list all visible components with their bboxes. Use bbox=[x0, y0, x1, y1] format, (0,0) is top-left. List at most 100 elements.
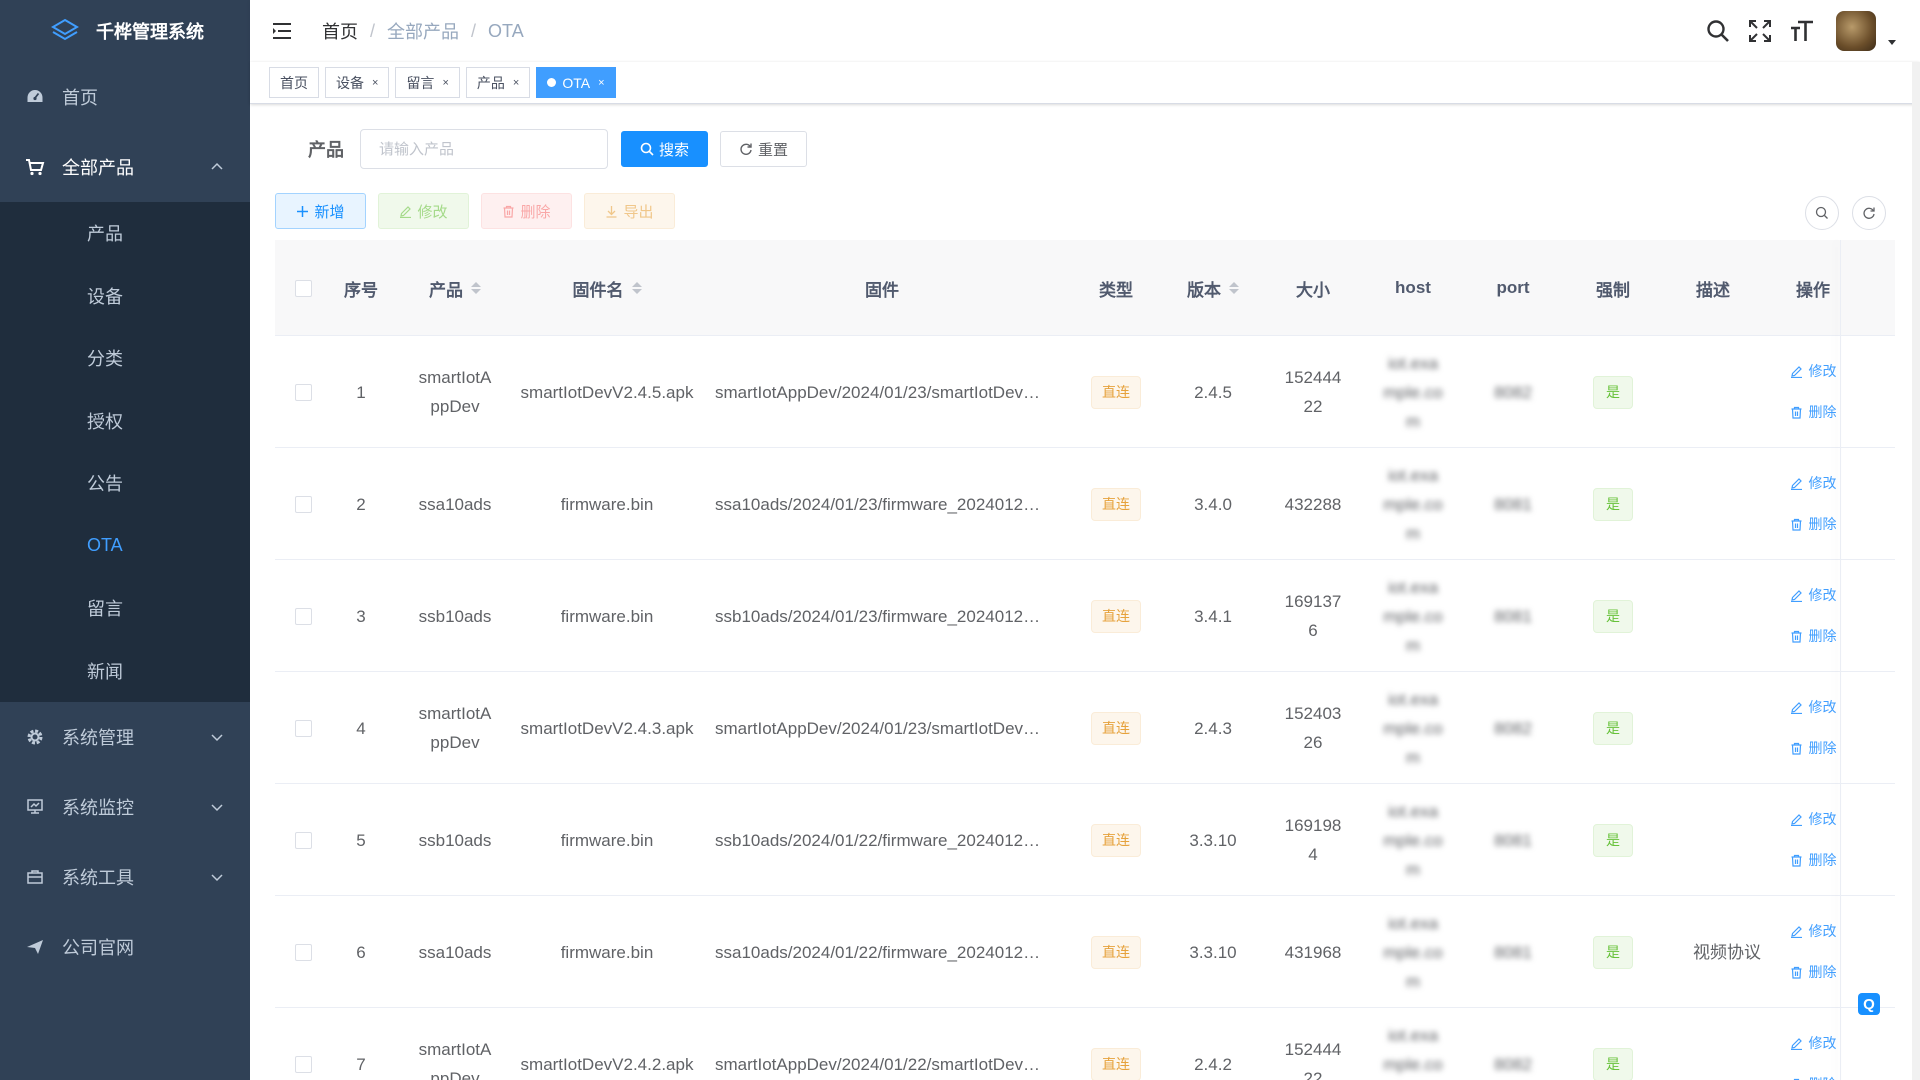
sort-icon[interactable] bbox=[471, 282, 481, 294]
row-select[interactable] bbox=[275, 672, 331, 784]
close-icon[interactable]: × bbox=[513, 77, 519, 89]
search-icon[interactable] bbox=[1704, 17, 1732, 45]
sidebar-item-category[interactable]: 分类 bbox=[0, 327, 250, 390]
table-row[interactable]: 1 smartIotAppDev smartIotDevV2.4.5.apk smar… bbox=[275, 336, 1895, 448]
table-row[interactable]: 5 ssb10ads firmware.bin ssb10ads/2024/01/22… bbox=[275, 784, 1895, 896]
row-select[interactable] bbox=[275, 560, 331, 672]
close-icon[interactable]: × bbox=[372, 77, 378, 89]
type-badge: 直连 bbox=[1091, 599, 1141, 633]
tag-home[interactable]: 首页 bbox=[269, 67, 319, 98]
row-edit-button[interactable]: 修改 bbox=[1790, 917, 1837, 946]
sidebar-item-system-manage[interactable]: 系统管理 bbox=[0, 702, 250, 772]
cell-type: 直连 bbox=[1069, 448, 1163, 560]
caret-down-icon[interactable] bbox=[1886, 36, 1898, 48]
row-select[interactable] bbox=[275, 336, 331, 448]
tag-product[interactable]: 产品 × bbox=[465, 67, 531, 98]
cell-text: ssa10ads bbox=[418, 494, 492, 514]
table-row[interactable]: 7 smartIotAppDev smartIotDevV2.4.2.apk smar… bbox=[275, 1008, 1895, 1080]
checkbox[interactable] bbox=[294, 495, 312, 513]
row-delete-label: 删除 bbox=[1808, 964, 1837, 980]
sidebar-item-home[interactable]: 首页 bbox=[0, 62, 250, 132]
add-button[interactable]: 新增 bbox=[275, 193, 366, 229]
breadcrumb-home[interactable]: 首页 bbox=[322, 18, 358, 44]
delete-button[interactable]: 删除 bbox=[481, 193, 572, 229]
row-select[interactable] bbox=[275, 784, 331, 896]
search-button[interactable]: 搜索 bbox=[621, 131, 709, 167]
checkbox[interactable] bbox=[294, 383, 312, 401]
header-firmware-name[interactable]: 固件名 bbox=[519, 240, 695, 336]
sidebar-item-company-site[interactable]: 公司官网 bbox=[0, 912, 250, 982]
sidebar-item-product[interactable]: 产品 bbox=[0, 202, 250, 265]
toggle-search-button[interactable] bbox=[1805, 196, 1839, 230]
header-product[interactable]: 产品 bbox=[391, 240, 519, 336]
cell-size: 431968 bbox=[1263, 896, 1363, 1008]
cell-port: 8081 bbox=[1463, 560, 1563, 672]
cell-index: 1 bbox=[331, 336, 391, 448]
sidebar-item-device[interactable]: 设备 bbox=[0, 265, 250, 328]
tag-device[interactable]: 设备 × bbox=[325, 67, 390, 98]
close-icon[interactable]: × bbox=[442, 77, 448, 89]
row-delete-button[interactable]: 删除 bbox=[1790, 958, 1837, 987]
main-content: 产品 搜索 重置 新增 修改 删除 导出 bbox=[250, 105, 1920, 1080]
close-icon[interactable]: × bbox=[598, 77, 604, 89]
font-size-icon[interactable] bbox=[1788, 17, 1816, 45]
table-row[interactable]: 2 ssa10ads firmware.bin ssa10ads/2024/01/23… bbox=[275, 448, 1895, 560]
row-edit-button[interactable]: 修改 bbox=[1790, 1029, 1837, 1058]
row-delete-button[interactable]: 删除 bbox=[1790, 622, 1837, 651]
cell-text: smartIotDevV2.4.5.apk bbox=[520, 382, 694, 402]
tag-ota[interactable]: OTA × bbox=[536, 67, 616, 98]
reset-button[interactable]: 重置 bbox=[720, 131, 808, 167]
cell-text: 8081 bbox=[1494, 606, 1532, 626]
sidebar-item-label: 全部产品 bbox=[62, 158, 134, 178]
checkbox[interactable] bbox=[294, 607, 312, 625]
edit-icon bbox=[1790, 1038, 1802, 1050]
avatar[interactable] bbox=[1836, 11, 1876, 51]
row-delete-button[interactable]: 删除 bbox=[1790, 1070, 1837, 1080]
row-edit-button[interactable]: 修改 bbox=[1790, 581, 1837, 610]
row-delete-button[interactable]: 删除 bbox=[1790, 510, 1837, 539]
cell-size: 1691984 bbox=[1263, 784, 1363, 896]
row-edit-button[interactable]: 修改 bbox=[1790, 357, 1837, 386]
sidebar-item-ota[interactable]: OTA bbox=[0, 515, 250, 578]
tag-message[interactable]: 留言 × bbox=[395, 67, 460, 98]
fullscreen-icon[interactable] bbox=[1746, 17, 1774, 45]
page-scrollbar[interactable] bbox=[1912, 62, 1920, 1080]
table-row[interactable]: 3 ssb10ads firmware.bin ssb10ads/2024/01/23… bbox=[275, 560, 1895, 672]
refresh-button[interactable] bbox=[1852, 196, 1886, 230]
sidebar-item-system-tools[interactable]: 系统工具 bbox=[0, 842, 250, 912]
sidebar-item-news[interactable]: 新闻 bbox=[0, 640, 250, 703]
hamburger-icon[interactable] bbox=[270, 19, 294, 43]
row-select[interactable] bbox=[275, 448, 331, 560]
checkbox[interactable] bbox=[294, 1055, 312, 1073]
row-edit-button[interactable]: 修改 bbox=[1790, 693, 1837, 722]
sidebar-item-auth[interactable]: 授权 bbox=[0, 390, 250, 453]
export-button[interactable]: 导出 bbox=[584, 193, 675, 229]
row-select[interactable] bbox=[275, 1008, 331, 1080]
row-delete-button[interactable]: 删除 bbox=[1790, 734, 1837, 763]
row-edit-button[interactable]: 修改 bbox=[1790, 805, 1837, 834]
row-delete-button[interactable]: 删除 bbox=[1790, 398, 1837, 427]
sidebar-item-system-monitor[interactable]: 系统监控 bbox=[0, 772, 250, 842]
row-select[interactable] bbox=[275, 896, 331, 1008]
checkbox[interactable] bbox=[294, 719, 312, 737]
cell-type: 直连 bbox=[1069, 1008, 1163, 1080]
checkbox[interactable] bbox=[294, 943, 312, 961]
header-version[interactable]: 版本 bbox=[1163, 240, 1263, 336]
sidebar-item-all-products[interactable]: 全部产品 bbox=[0, 132, 250, 202]
table-row[interactable]: 4 smartIotAppDev smartIotDevV2.4.3.apk smar… bbox=[275, 672, 1895, 784]
header-select-all[interactable] bbox=[275, 240, 331, 336]
row-delete-button[interactable]: 删除 bbox=[1790, 846, 1837, 875]
checkbox[interactable] bbox=[294, 831, 312, 849]
sort-icon[interactable] bbox=[631, 282, 642, 294]
product-search-input[interactable] bbox=[360, 129, 608, 169]
edit-button[interactable]: 修改 bbox=[378, 193, 469, 229]
sort-icon[interactable] bbox=[1229, 282, 1239, 294]
sidebar-item-message[interactable]: 留言 bbox=[0, 577, 250, 640]
table-row[interactable]: 6 ssa10ads firmware.bin ssa10ads/2024/01/22… bbox=[275, 896, 1895, 1008]
force-badge: 是 bbox=[1593, 599, 1633, 633]
sidebar-item-notice[interactable]: 公告 bbox=[0, 452, 250, 515]
checkbox[interactable] bbox=[294, 279, 312, 297]
logo[interactable]: 千桦管理系统 bbox=[0, 0, 250, 62]
row-edit-button[interactable]: 修改 bbox=[1790, 469, 1837, 498]
floating-help-icon[interactable]: Q bbox=[1858, 993, 1880, 1015]
